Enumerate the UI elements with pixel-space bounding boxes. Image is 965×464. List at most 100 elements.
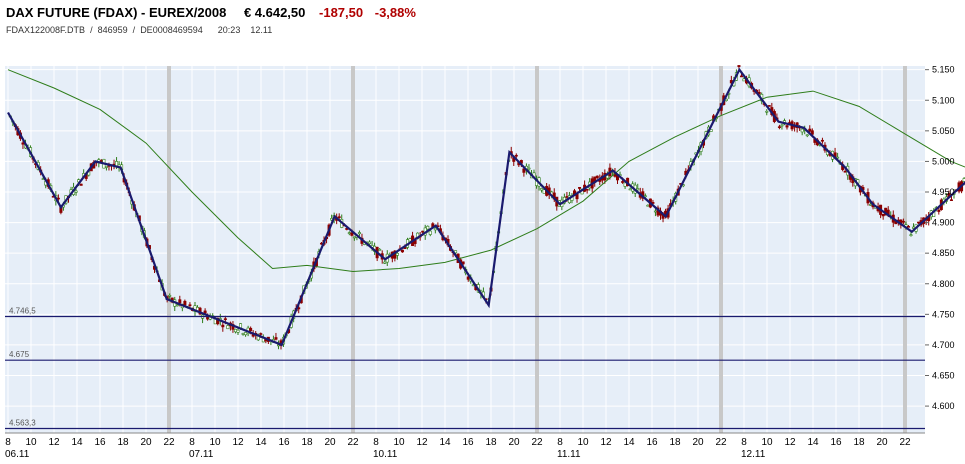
quote-time: 20:23: [217, 25, 241, 35]
candle-body: [426, 225, 430, 230]
y-tick-label: 5.050: [932, 126, 955, 136]
x-tick-label: 20: [876, 437, 888, 448]
wkn: 846959: [97, 25, 128, 35]
candle-body: [585, 188, 589, 191]
candle-body: [868, 204, 872, 206]
y-axis: 4.600 4.650 4.700 4.750 4.800 4.850 4.900 4.950…: [925, 65, 955, 411]
candle-body: [408, 238, 412, 242]
title-line: DAX FUTURE (FDAX) - EUREX/2008 € 4.642,5…: [6, 5, 416, 20]
candle-body: [646, 204, 650, 207]
plot-background: [5, 66, 925, 433]
candle-body: [226, 325, 230, 330]
x-tick-label: 22: [347, 437, 359, 448]
candle-body: [221, 324, 225, 328]
candle-body: [168, 295, 172, 297]
last-price: € 4.642,50: [243, 5, 306, 20]
x-tick-label: 20: [508, 437, 520, 448]
candle-body: [233, 328, 237, 333]
x-date-label: 12.11: [741, 449, 766, 460]
candle-body: [249, 327, 253, 331]
x-tick-label: 8: [5, 437, 11, 448]
candle-body: [183, 300, 187, 306]
candle-body: [540, 188, 544, 191]
candle-body: [428, 230, 432, 235]
candle-body: [808, 128, 812, 132]
x-tick-label: 22: [899, 437, 911, 448]
candle-body: [843, 170, 847, 173]
candle-body: [909, 234, 913, 236]
y-tick-label: 5.150: [932, 65, 955, 75]
x-tick-label: 20: [324, 437, 336, 448]
x-tick-label: 18: [301, 437, 313, 448]
x-date-label: 06.11: [5, 449, 30, 460]
candle-body: [742, 78, 746, 82]
candle-body: [368, 241, 372, 245]
candle-body: [383, 261, 387, 264]
instrument-name: DAX FUTURE (FDAX) - EUREX/2008: [6, 5, 227, 20]
x-tick-label: 8: [373, 437, 379, 448]
candle-body: [274, 337, 278, 340]
candle-body: [906, 226, 910, 228]
candle-body: [421, 230, 425, 233]
candle-body: [937, 209, 941, 212]
x-tick-label: 18: [853, 437, 865, 448]
candle-body: [236, 329, 240, 333]
candle-body: [241, 333, 245, 335]
candle-body: [578, 187, 582, 189]
y-tick-label: 4.850: [932, 248, 955, 258]
x-date-label: 11.11: [557, 449, 581, 460]
candle-body: [881, 213, 885, 217]
candle-body: [378, 248, 382, 251]
candle-body: [178, 299, 182, 304]
x-tick-label: 20: [692, 437, 704, 448]
candle-body: [56, 197, 60, 200]
x-date-label: 10.11: [373, 449, 398, 460]
x-tick-label: 10: [25, 437, 37, 448]
x-tick-label: 12: [784, 437, 796, 448]
x-tick-label: 18: [117, 437, 129, 448]
y-tick-label: 4.750: [932, 309, 955, 319]
x-tick-label: 14: [439, 437, 451, 448]
x-tick-label: 16: [646, 437, 658, 448]
x-tick-label: 10: [577, 437, 589, 448]
x-tick-label: 8: [189, 437, 195, 448]
candle-body: [765, 110, 769, 113]
x-tick-label: 16: [462, 437, 474, 448]
x-tick-label: 20: [140, 437, 152, 448]
candle-body: [917, 221, 921, 224]
candle-body: [433, 227, 437, 231]
quote-date: 12.11: [250, 25, 273, 35]
instrument-identifiers: FDAX122008F.DTB / 846959 / DE0008469594 …: [6, 25, 272, 35]
x-tick-label: 16: [830, 437, 842, 448]
x-tick-label: 14: [623, 437, 635, 448]
candle-body: [565, 196, 569, 198]
candle-body: [188, 304, 192, 307]
price-change: -187,50: [319, 5, 364, 20]
candle-body: [352, 236, 356, 239]
candle-body: [901, 220, 905, 223]
candle-body: [737, 65, 741, 67]
x-tick-label: 14: [807, 437, 819, 448]
y-tick-label: 5.100: [932, 95, 955, 105]
x-tick-label: 22: [715, 437, 727, 448]
y-tick-label: 4.800: [932, 279, 955, 289]
x-tick-label: 12: [48, 437, 60, 448]
x-tick-label: 22: [163, 437, 175, 448]
x-tick-label: 18: [669, 437, 681, 448]
candle-body: [653, 210, 657, 213]
isin: DE0008469594: [140, 25, 203, 35]
separator: /: [130, 25, 138, 35]
x-tick-label: 8: [557, 437, 563, 448]
candle-body: [21, 142, 25, 145]
candle-body: [104, 165, 108, 168]
candle-body: [767, 105, 771, 107]
candle-body: [244, 332, 248, 336]
candle-body: [74, 190, 78, 193]
candle-body: [79, 183, 83, 186]
x-tick-label: 10: [761, 437, 773, 448]
support-line-label: 4.675: [9, 350, 30, 359]
candle-body: [527, 167, 531, 170]
candle-body: [347, 232, 351, 234]
